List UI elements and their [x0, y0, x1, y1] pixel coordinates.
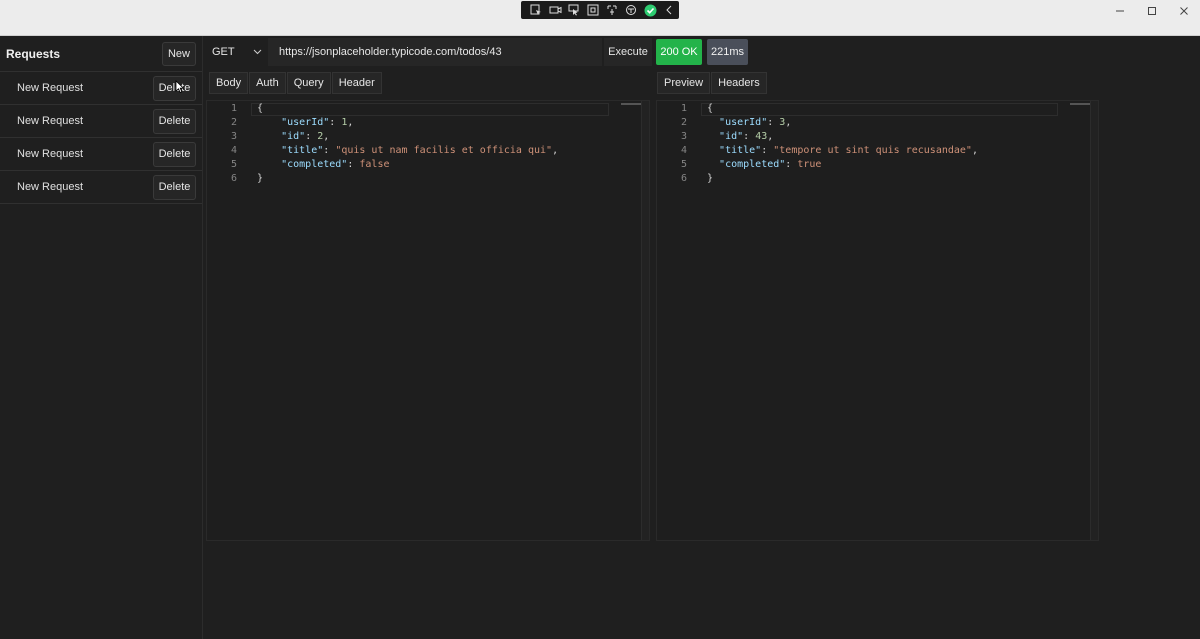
- request-item-label: New Request: [17, 115, 84, 127]
- devtools-toolbar: [521, 1, 679, 19]
- line-text: "completed": true: [719, 159, 822, 170]
- request-list-item[interactable]: New Request Delete: [0, 171, 202, 204]
- new-request-button[interactable]: New: [162, 41, 196, 66]
- maximize-icon[interactable]: [1136, 0, 1168, 22]
- camera-icon[interactable]: [548, 3, 562, 17]
- close-icon[interactable]: [1168, 0, 1200, 22]
- line-text: "completed": false: [281, 159, 390, 170]
- minimap[interactable]: [621, 103, 641, 105]
- line-number: 3: [230, 131, 237, 142]
- select-element-icon[interactable]: [567, 3, 581, 17]
- line-text: "title": "tempore ut sint quis recusanda…: [719, 145, 978, 156]
- code-line: 4 "title": "quis ut nam facilis et offic…: [207, 144, 558, 158]
- status-badge: 200 OK: [656, 39, 702, 65]
- line-text: "userId": 1,: [281, 117, 354, 128]
- code-line: 6}: [657, 172, 978, 186]
- request-list-item[interactable]: New Request Delete: [0, 105, 202, 138]
- tab-body[interactable]: Body: [209, 72, 249, 94]
- request-item-label: New Request: [17, 82, 84, 94]
- code-line: 5 "completed": true: [657, 158, 978, 172]
- line-number: 2: [230, 117, 237, 128]
- line-number: 6: [230, 173, 237, 184]
- code-line: 3 "id": 43,: [657, 130, 978, 144]
- request-tabs: Body Auth Query Header: [209, 72, 382, 94]
- code-lines: 1{2 "userId": 1, 3 "id": 2, 4 "title": "qu…: [207, 102, 558, 186]
- code-line: 2 "userId": 3,: [657, 116, 978, 130]
- editor-scrollbar[interactable]: [1090, 101, 1098, 540]
- tab-auth[interactable]: Auth: [249, 72, 286, 94]
- response-tabs: Preview Headers: [657, 72, 767, 94]
- inspect-icon[interactable]: [529, 3, 543, 17]
- request-list-item[interactable]: New Request Delete: [0, 138, 202, 171]
- tab-header[interactable]: Header: [331, 72, 382, 94]
- code-line: 2 "userId": 1,: [207, 116, 558, 130]
- line-number: 5: [680, 159, 687, 170]
- line-text: "userId": 3,: [719, 117, 792, 128]
- editor-scrollbar[interactable]: [641, 101, 649, 540]
- line-number: 2: [680, 117, 687, 128]
- request-body-editor[interactable]: 1{2 "userId": 1, 3 "id": 2, 4 "title": "qu…: [206, 100, 650, 541]
- delete-request-button[interactable]: Delete: [153, 141, 196, 167]
- tab-headers[interactable]: Headers: [711, 72, 767, 94]
- line-number: 3: [680, 131, 687, 142]
- request-item-label: New Request: [17, 148, 84, 160]
- line-number: 5: [230, 159, 237, 170]
- check-icon[interactable]: [643, 3, 657, 17]
- code-line: 6}: [207, 172, 558, 186]
- code-line: 1{: [207, 102, 558, 116]
- sidebar-title: Requests: [6, 46, 61, 61]
- line-text: "id": 43,: [719, 131, 774, 142]
- response-time-badge: 221ms: [707, 39, 748, 65]
- accessibility-icon[interactable]: [624, 3, 638, 17]
- response-body-viewer[interactable]: 1{2 "userId": 3, 3 "id": 43, 4 "title": "t…: [656, 100, 1099, 541]
- chevron-down-icon: [253, 49, 262, 55]
- line-number: 1: [680, 103, 687, 114]
- title-bar: [0, 0, 1200, 36]
- delete-request-button[interactable]: Delete: [153, 108, 196, 134]
- tab-query[interactable]: Query: [286, 72, 331, 94]
- collapse-icon[interactable]: [662, 3, 676, 17]
- minimap[interactable]: [1070, 103, 1090, 105]
- mouse-cursor-icon: [175, 80, 185, 94]
- code-line: 5 "completed": false: [207, 158, 558, 172]
- request-item-label: New Request: [17, 181, 84, 193]
- delete-request-button[interactable]: Delete: [153, 174, 196, 200]
- sidebar-header: Requests New: [0, 36, 202, 72]
- method-select[interactable]: GET: [206, 38, 268, 66]
- code-lines: 1{2 "userId": 3, 3 "id": 43, 4 "title": "t…: [657, 102, 978, 186]
- line-number: 1: [230, 103, 237, 114]
- line-text: }: [257, 173, 264, 184]
- request-list-item[interactable]: New Request Delete: [0, 72, 202, 105]
- window-controls: [1104, 0, 1200, 22]
- minimize-icon[interactable]: [1104, 0, 1136, 22]
- line-number: 4: [230, 145, 237, 156]
- method-value: GET: [212, 46, 235, 58]
- code-line: 4 "title": "tempore ut sint quis recusan…: [657, 144, 978, 158]
- code-line: 3 "id": 2,: [207, 130, 558, 144]
- touch-icon[interactable]: [605, 3, 619, 17]
- code-line: 1{: [657, 102, 978, 116]
- line-text: "title": "quis ut nam facilis et officia…: [281, 145, 559, 156]
- line-text: }: [707, 173, 714, 184]
- line-text: "id": 2,: [281, 131, 330, 142]
- execute-button[interactable]: Execute: [604, 38, 652, 66]
- line-text: {: [257, 103, 264, 114]
- requests-sidebar: Requests New New Request Delete New Requ…: [0, 36, 203, 639]
- layout-icon[interactable]: [586, 3, 600, 17]
- tab-preview[interactable]: Preview: [657, 72, 711, 94]
- url-input[interactable]: [268, 38, 602, 66]
- line-number: 4: [680, 145, 687, 156]
- line-text: {: [707, 103, 714, 114]
- line-number: 6: [680, 173, 687, 184]
